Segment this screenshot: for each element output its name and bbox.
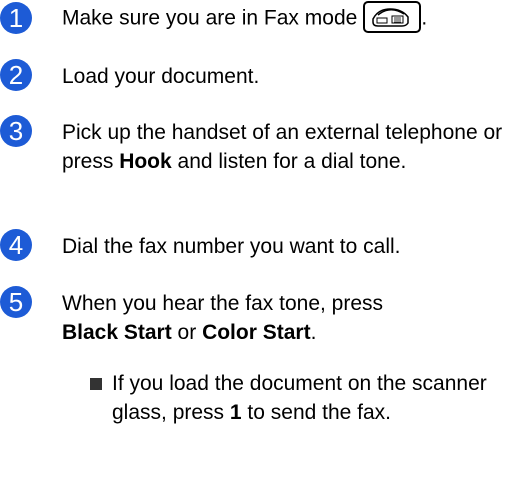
step-number-badge: 2 [0,59,32,91]
step-text-part: and listen for a dial tone. [171,150,407,173]
step-text-line: When you hear the fax tone, press [62,292,384,315]
step-number-badge: 5 [0,286,32,318]
hook-key-label: Hook [119,150,172,173]
bullet-text: If you load the document on the scanner … [112,369,517,427]
black-start-key-label: Black Start [62,321,172,344]
step-number-badge: 1 [0,2,32,34]
step-trailing-punctuation: . [310,321,317,344]
step-text: Make sure you are in Fax mode . [62,1,522,35]
step-text: Load your document. [62,65,260,88]
step-number-badge: 4 [0,229,32,261]
step-text: Dial the fax number you want to call. [62,235,401,258]
step-text-line: Black Start or Color Start. [62,318,522,347]
fax-mode-icon [363,1,422,33]
step-text: When you hear the fax tone, press Black … [62,289,522,347]
bullet-text-part: to send the fax. [241,401,392,424]
step-text-content: Make sure you are in Fax mode [62,6,358,30]
step-trailing-punctuation: . [421,6,428,30]
step-text: Pick up the handset of an external telep… [62,118,517,176]
step-number-badge: 3 [0,115,32,147]
step-text-part: or [171,321,203,344]
bullet-square-icon [90,378,102,390]
color-start-key-label: Color Start [202,321,311,344]
key-1-label: 1 [229,401,242,424]
